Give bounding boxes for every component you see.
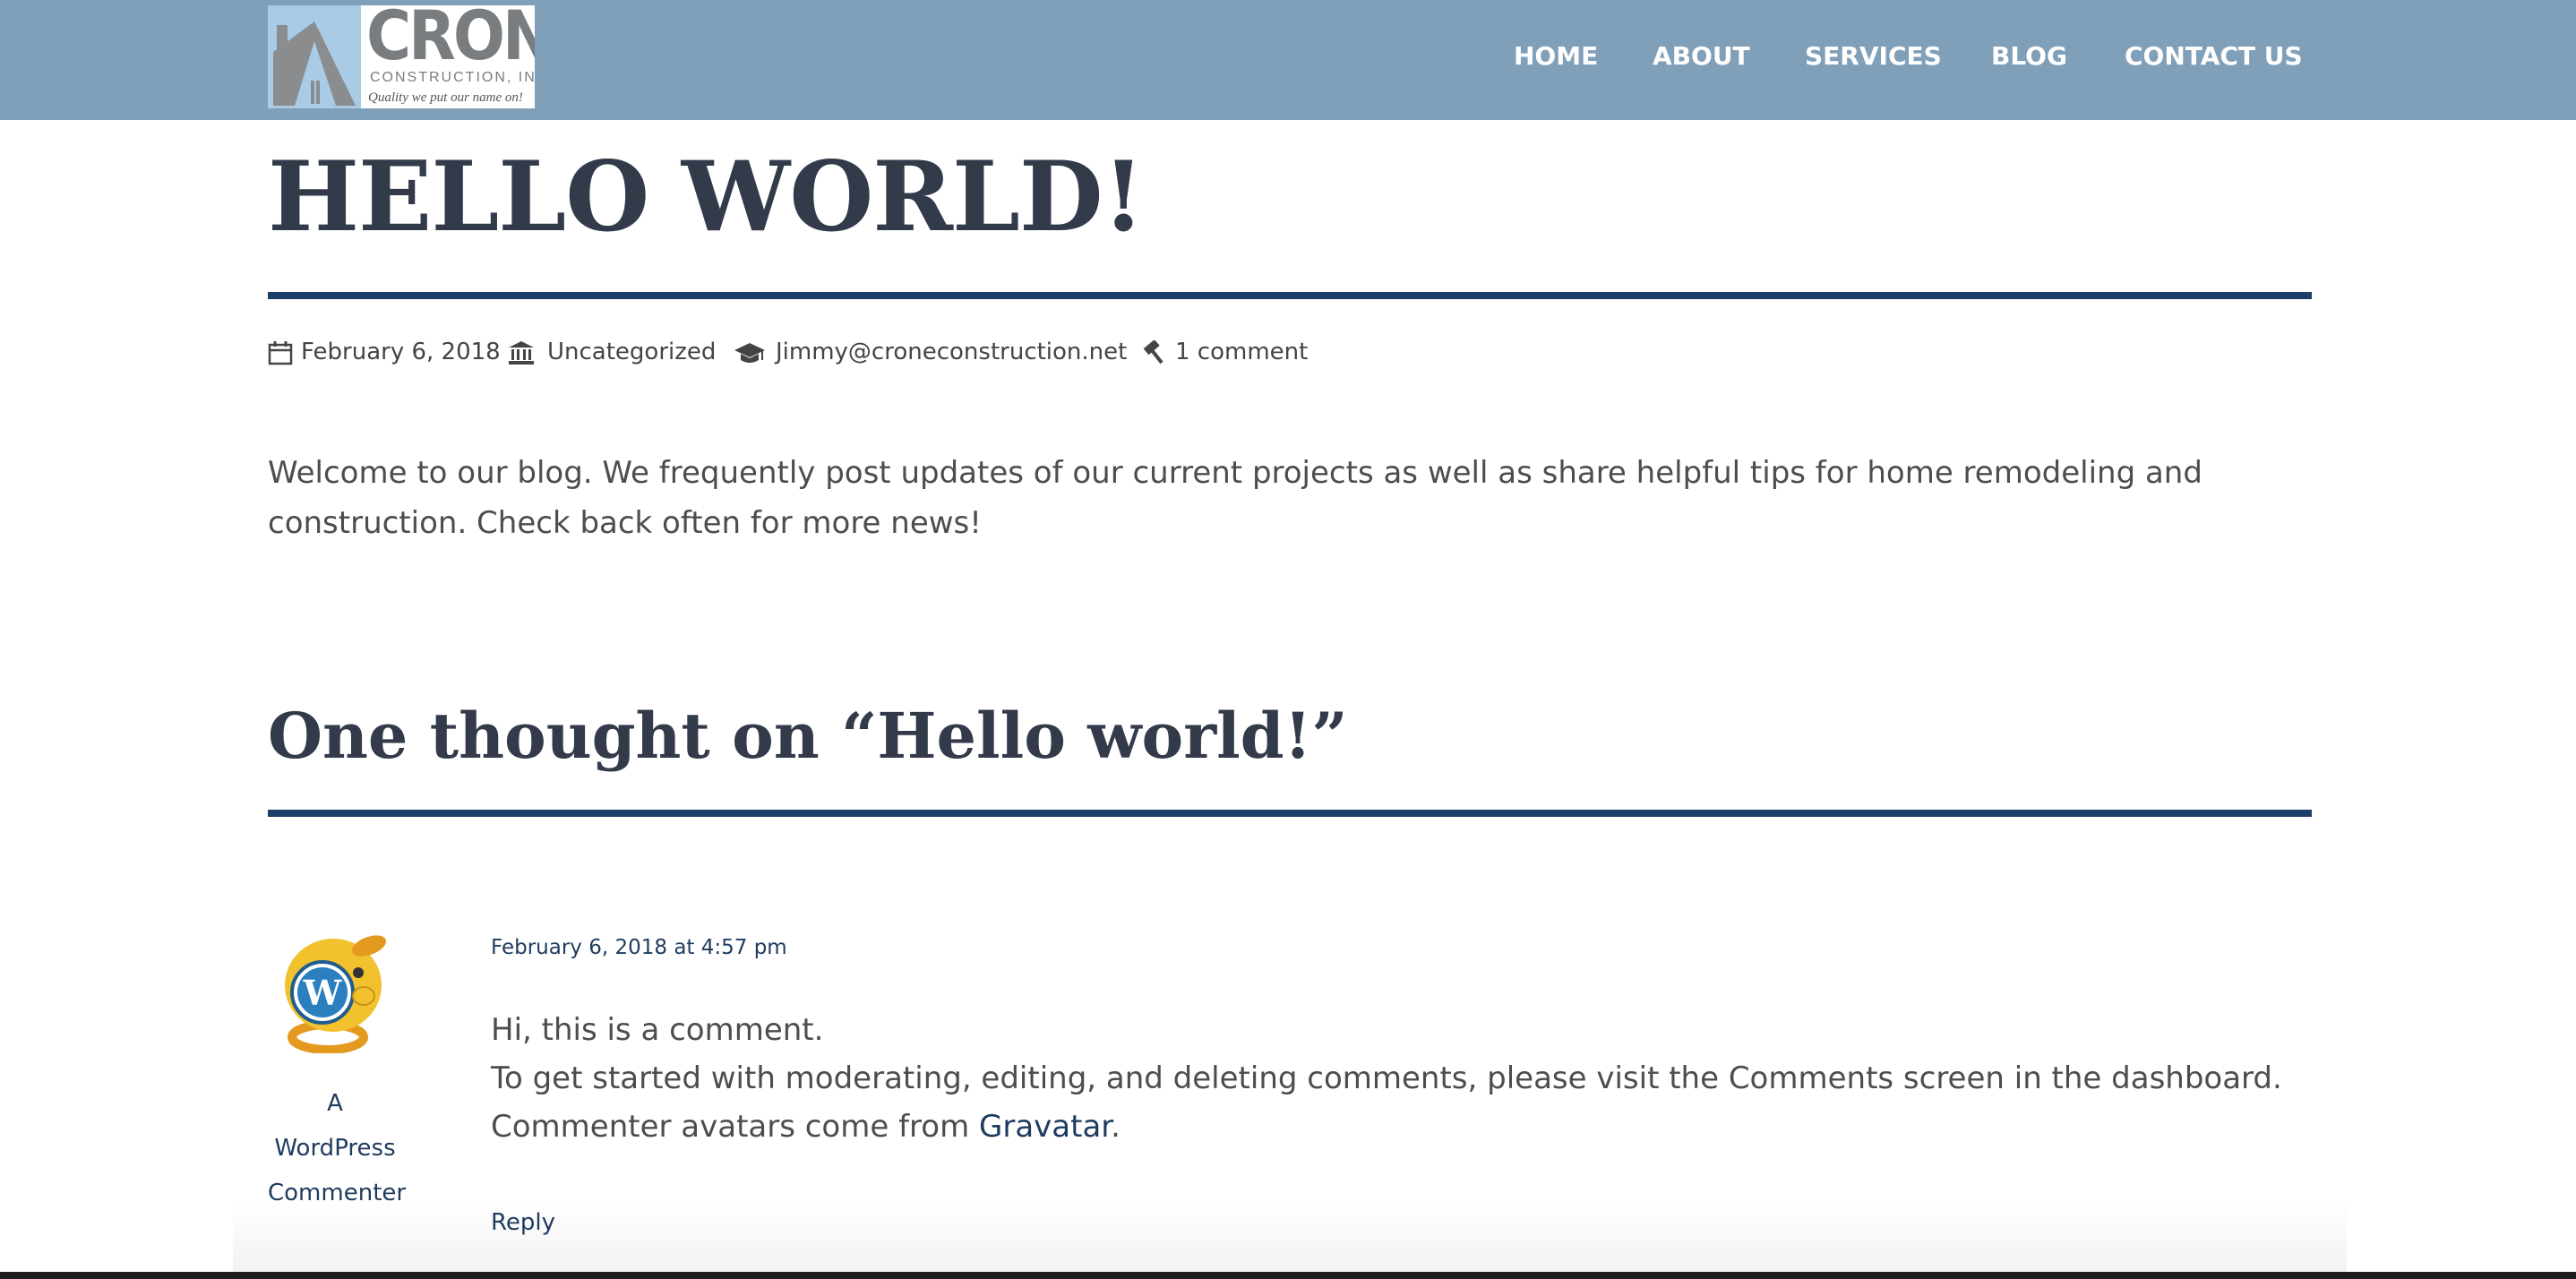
main-nav: HOME ABOUT SERVICES BLOG CONTACT US — [0, 0, 2576, 120]
graduation-cap-icon — [734, 340, 766, 365]
post-author-link[interactable]: Jimmy@croneconstruction.net — [776, 339, 1127, 365]
window-bottom-edge — [0, 1272, 2576, 1279]
gavel-icon — [1139, 339, 1164, 365]
comment-author[interactable]: A WordPress Commenter — [268, 1081, 406, 1215]
post-category-link[interactable]: Uncategorized — [547, 339, 716, 365]
comment-body: Hi, this is a comment. To get started wi… — [491, 1006, 2327, 1151]
gravatar-link[interactable]: Gravatar — [979, 1109, 1111, 1145]
bank-icon — [508, 340, 534, 365]
site-header: CRONE CONSTRUCTION, INC Quality we put o… — [0, 0, 2576, 120]
post-body: Welcome to our blog. We frequently post … — [268, 455, 2202, 541]
nav-blog[interactable]: BLOG — [1991, 41, 2067, 71]
commenter-avatar[interactable]: W — [276, 931, 391, 1054]
comment-line: To get started with moderating, editing,… — [491, 1060, 2282, 1096]
comment-text: Commenter avatars come from — [491, 1109, 980, 1145]
comment-line: Hi, this is a comment. — [491, 1012, 824, 1048]
svg-text:W: W — [303, 973, 343, 1013]
post-date: February 6, 2018 — [301, 339, 501, 365]
comment-date-link[interactable]: February 6, 2018 at 4:57 pm — [491, 936, 787, 959]
comment-line: Commenter avatars come from Gravatar. — [491, 1103, 2327, 1151]
nav-about[interactable]: ABOUT — [1653, 41, 1750, 71]
post-comments-link[interactable]: 1 comment — [1175, 339, 1308, 365]
comment-text: . — [1111, 1109, 1121, 1145]
comments-title: One thought on “Hello world!” — [268, 699, 1348, 773]
nav-services[interactable]: SERVICES — [1805, 41, 1942, 71]
nav-home[interactable]: HOME — [1514, 41, 1598, 71]
post-title: HELLO WORLD! — [268, 141, 1145, 253]
calendar-icon — [268, 340, 293, 365]
title-divider — [268, 292, 2312, 299]
comments-divider — [268, 810, 2312, 817]
reply-link[interactable]: Reply — [491, 1209, 555, 1236]
nav-contact-us[interactable]: CONTACT US — [2125, 41, 2303, 71]
